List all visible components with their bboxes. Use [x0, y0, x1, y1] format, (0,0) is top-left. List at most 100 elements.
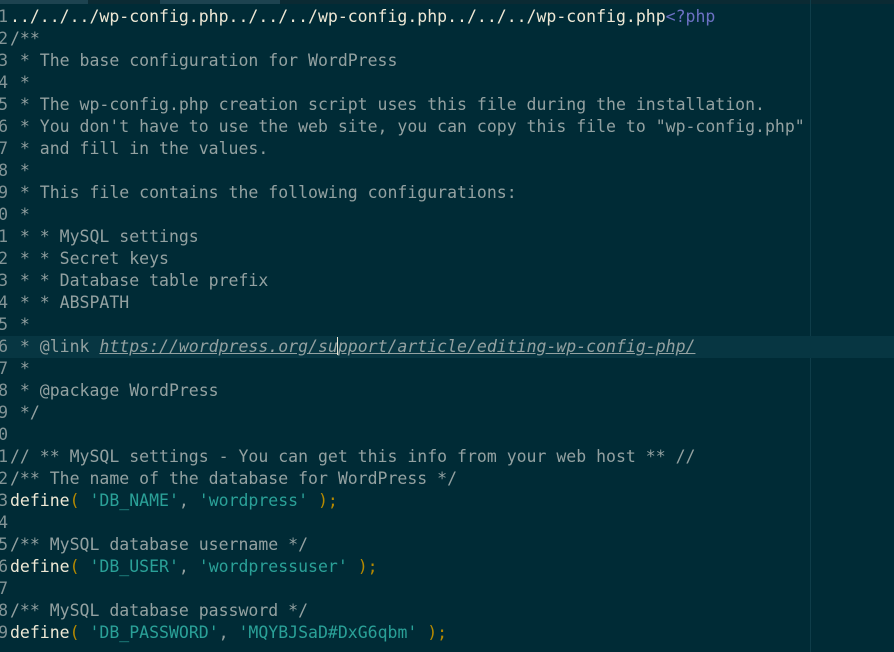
code-line[interactable]: 5 * The wp-config.php creation script us…: [0, 94, 894, 116]
code-line[interactable]: 5 *: [0, 314, 894, 336]
line-number: 8: [0, 161, 8, 180]
code-token: 'DB_USER': [89, 557, 179, 576]
code-line[interactable]: 4 *: [0, 72, 894, 94]
code-line[interactable]: 7: [0, 578, 894, 600]
code-text[interactable]: /**: [10, 28, 40, 50]
code-line[interactable]: 9 * This file contains the following con…: [0, 182, 894, 204]
code-text[interactable]: * and fill in the values.: [10, 138, 268, 160]
line-number: 9: [0, 403, 8, 422]
line-number: 2: [0, 29, 8, 48]
line-number: 8: [0, 381, 8, 400]
line-number: 2: [0, 469, 8, 488]
code-text[interactable]: * @link https://wordpress.org/support/ar…: [10, 336, 695, 358]
code-text[interactable]: define( 'DB_USER', 'wordpressuser' );: [10, 556, 378, 578]
code-line[interactable]: 3 * The base configuration for WordPress: [0, 50, 894, 72]
code-token: 'wordpress': [198, 491, 309, 510]
code-line[interactable]: 2/**: [0, 28, 894, 50]
code-text[interactable]: * * MySQL settings: [10, 226, 199, 248]
code-line[interactable]: 5/** MySQL database username */: [0, 534, 894, 556]
code-text[interactable]: *: [10, 358, 30, 380]
code-text[interactable]: /** The name of the database for WordPre…: [10, 468, 457, 490]
code-text[interactable]: *: [10, 160, 30, 182]
code-text[interactable]: * * Database table prefix: [10, 270, 268, 292]
code-token: define: [10, 491, 70, 510]
code-editor[interactable]: 1 ../../../wp-config.php../../../wp-confi…: [0, 0, 894, 652]
code-line-current[interactable]: 6 * @link https://wordpress.org/support/…: [0, 336, 894, 358]
code-text[interactable]: */: [10, 402, 40, 424]
code-text[interactable]: /** MySQL database password */: [10, 600, 308, 622]
code-line[interactable]: 1 * * MySQL settings: [0, 226, 894, 248]
code-line[interactable]: 2 * * Secret keys: [0, 248, 894, 270]
code-line[interactable]: 6 * You don't have to use the web site, …: [0, 116, 894, 138]
code-lines[interactable]: 1 ../../../wp-config.php../../../wp-confi…: [0, 6, 894, 644]
code-line[interactable]: 1// ** MySQL settings - You can get this…: [0, 446, 894, 468]
code-token: define: [10, 557, 70, 576]
line-number: 1: [0, 227, 8, 246]
code-text[interactable]: * The base configuration for WordPress: [10, 50, 398, 72]
code-text[interactable]: *: [10, 314, 30, 336]
code-line[interactable]: 8 *: [0, 160, 894, 182]
code-line[interactable]: 6 define( 'DB_USER', 'wordpressuser' );: [0, 556, 894, 578]
line-number: 5: [0, 535, 8, 554]
link-token[interactable]: pport/article/editing-wp-config-php/: [338, 337, 696, 356]
code-line[interactable]: 4: [0, 512, 894, 534]
code-token: <?php: [665, 7, 716, 26]
code-text[interactable]: define( 'DB_NAME', 'wordpress' );: [10, 490, 338, 512]
code-token: * * Secret keys: [10, 249, 169, 268]
code-line[interactable]: 7 *: [0, 358, 894, 380]
code-token: ,: [178, 557, 199, 576]
code-text[interactable]: /** MySQL database username */: [10, 534, 308, 556]
line-number: 3: [0, 491, 8, 510]
code-token: );: [317, 491, 338, 510]
code-token: * @link: [10, 337, 100, 356]
code-token: ,: [218, 623, 239, 642]
tab-bar: [0, 0, 894, 4]
code-token: // ** MySQL settings - You can get this …: [10, 447, 696, 466]
code-text[interactable]: * The wp-config.php creation script uses…: [10, 94, 765, 116]
code-line[interactable]: 9 define( 'DB_PASSWORD', 'MQYBJSaD#DxG6qb…: [0, 622, 894, 644]
tab-edge[interactable]: [160, 0, 280, 4]
code-text[interactable]: * * ABSPATH: [10, 292, 129, 314]
line-number: 4: [0, 73, 8, 92]
code-token: (: [69, 491, 80, 510]
code-token: 'wordpressuser': [198, 557, 348, 576]
line-number: 5: [0, 315, 8, 334]
line-number: 7: [0, 359, 8, 378]
line-number: 2: [0, 249, 8, 268]
code-text[interactable]: *: [10, 72, 30, 94]
code-line[interactable]: 1 ../../../wp-config.php../../../wp-confi…: [0, 6, 894, 28]
line-number: 9: [0, 623, 8, 642]
code-text[interactable]: * You don't have to use the web site, yo…: [10, 116, 805, 138]
code-line[interactable]: 0: [0, 424, 894, 446]
code-token: * The wp-config.php creation script uses…: [10, 95, 765, 114]
code-token: * * Database table prefix: [10, 271, 269, 290]
link-token[interactable]: https://wordpress.org/su: [99, 337, 337, 356]
code-line[interactable]: 4 * * ABSPATH: [0, 292, 894, 314]
code-text[interactable]: // ** MySQL settings - You can get this …: [10, 446, 695, 468]
code-line[interactable]: 3 * * Database table prefix: [0, 270, 894, 292]
code-line[interactable]: 8 * @package WordPress: [0, 380, 894, 402]
code-line[interactable]: 2/** The name of the database for WordPr…: [0, 468, 894, 490]
code-text[interactable]: ../../../wp-config.php../../../wp-config…: [10, 6, 715, 28]
code-line[interactable]: 9 */: [0, 402, 894, 424]
code-token: /** The name of the database for WordPre…: [10, 469, 458, 488]
code-token: 'DB_PASSWORD': [89, 623, 219, 642]
code-text[interactable]: * @package WordPress: [10, 380, 219, 402]
code-token: /** MySQL database username */: [10, 535, 309, 554]
line-number: 9: [0, 183, 8, 202]
code-line[interactable]: 0 *: [0, 204, 894, 226]
code-line[interactable]: 7 * and fill in the values.: [0, 138, 894, 160]
code-text[interactable]: define( 'DB_PASSWORD', 'MQYBJSaD#DxG6qbm…: [10, 622, 447, 644]
code-token: 'MQYBJSaD#DxG6qbm': [238, 623, 418, 642]
code-text[interactable]: * This file contains the following confi…: [10, 182, 517, 204]
tab-edge[interactable]: [0, 0, 88, 4]
code-token: * and fill in the values.: [10, 139, 269, 158]
code-line[interactable]: 8/** MySQL database password */: [0, 600, 894, 622]
line-number: 4: [0, 513, 8, 532]
line-number: 8: [0, 601, 8, 620]
code-text[interactable]: * * Secret keys: [10, 248, 169, 270]
code-text[interactable]: *: [10, 204, 30, 226]
line-number: 6: [0, 337, 8, 356]
code-line[interactable]: 3 define( 'DB_NAME', 'wordpress' );: [0, 490, 894, 512]
